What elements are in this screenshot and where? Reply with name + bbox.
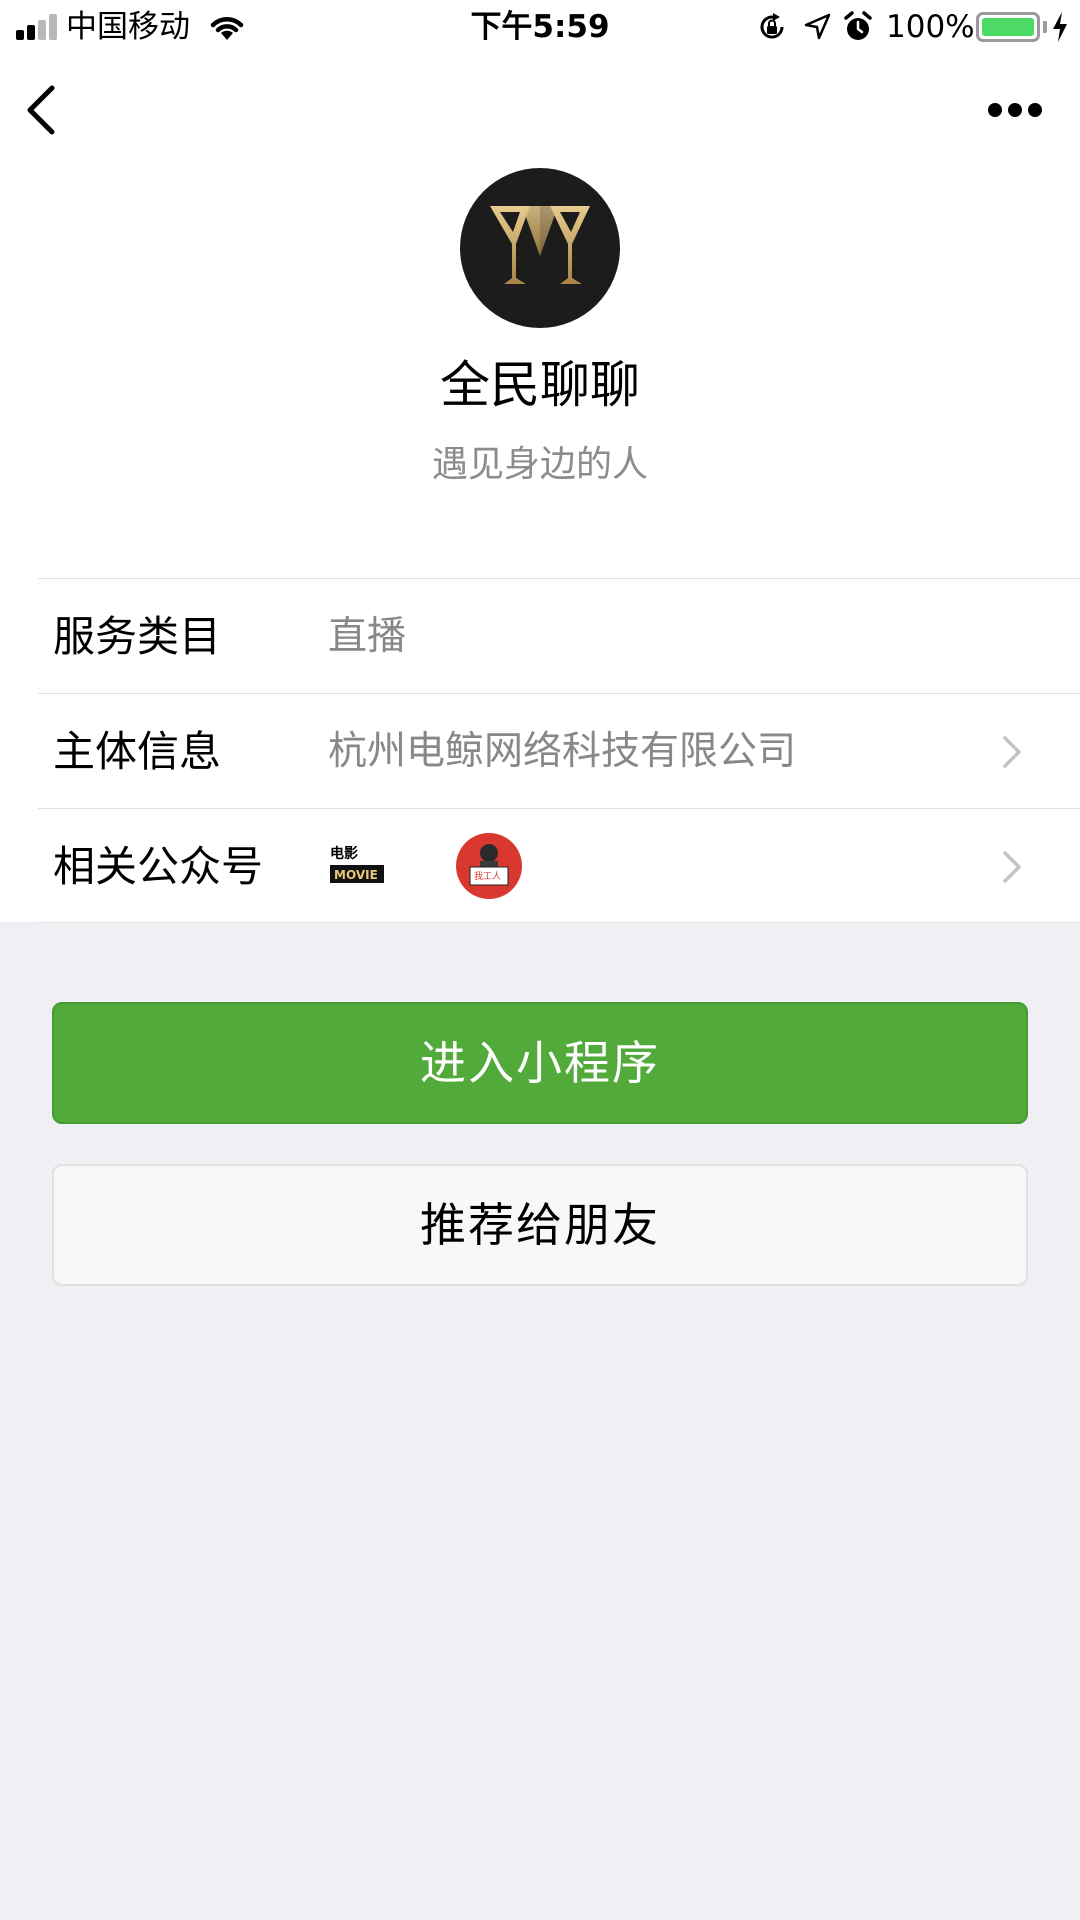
row-label: 相关公众号 [53, 842, 264, 891]
info-list: 服务类目 直播 主体信息 杭州电鲸网络科技有限公司 相关公众号 电影 MOVIE [0, 578, 1080, 923]
more-options-button[interactable] [980, 90, 1050, 130]
chevron-right-icon [1003, 736, 1021, 768]
movie-header-text: 电影 [330, 845, 358, 862]
recommend-to-friends-button[interactable]: 推荐给朋友 [52, 1164, 1028, 1286]
charging-bolt-icon [1053, 12, 1067, 42]
worker-label-text: 我工人 [474, 871, 501, 882]
worker-avatar-icon: 我工人 [469, 844, 509, 886]
alarm-clock-icon [844, 11, 872, 40]
battery-icon [976, 12, 1040, 42]
enter-mini-program-button[interactable]: 进入小程序 [52, 1002, 1028, 1124]
entity-info-row[interactable]: 主体信息 杭州电鲸网络科技有限公司 [38, 693, 1080, 808]
row-value: 直播 [328, 614, 407, 659]
rotation-lock-icon [760, 13, 784, 39]
status-bar: 中国移动 下午5:59 100% [0, 0, 1080, 54]
row-label: 主体信息 [53, 727, 222, 776]
battery-percentage: 100% [886, 9, 975, 45]
app-name: 全民聊聊 [440, 356, 640, 414]
screen: 中国移动 下午5:59 100% 全民聊聊 遇见身边的人 服务类目 直播 主体信… [0, 0, 1080, 1920]
wine-glass-logo-icon [490, 206, 590, 284]
movie-label-text: MOVIE [334, 868, 378, 882]
location-arrow-icon [804, 13, 831, 40]
related-accounts-row[interactable]: 相关公众号 电影 MOVIE 我工人 [38, 808, 1080, 923]
app-description: 遇见身边的人 [431, 444, 648, 485]
chevron-right-icon [1003, 851, 1021, 883]
row-value: 杭州电鲸网络科技有限公司 [328, 729, 797, 774]
app-logo [460, 168, 620, 328]
movie-account-icon: 电影 MOVIE [328, 841, 388, 893]
row-label: 服务类目 [53, 612, 222, 661]
worker-account-icon: 我工人 [456, 833, 522, 899]
service-category-row: 服务类目 直播 [38, 578, 1080, 693]
battery-tip [1043, 21, 1047, 33]
back-button[interactable] [18, 80, 68, 140]
